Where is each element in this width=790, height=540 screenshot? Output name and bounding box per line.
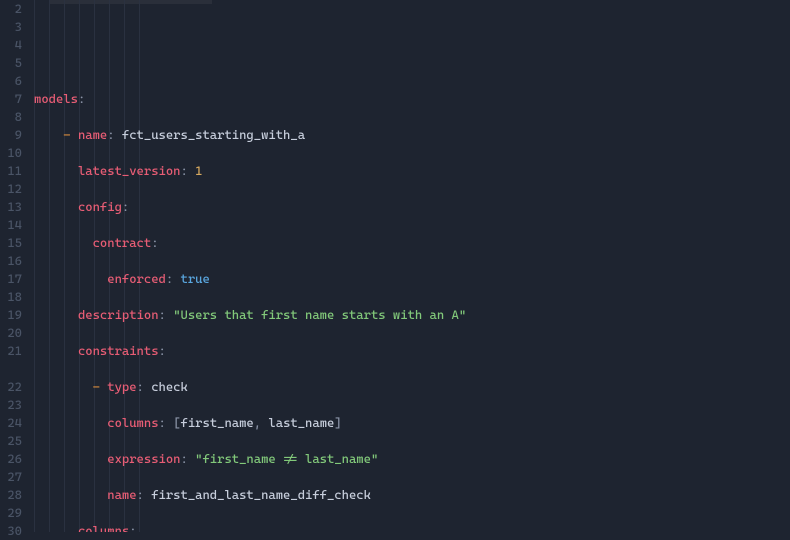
yaml-key: columns: [107, 415, 158, 430]
line-number: 12: [0, 180, 22, 198]
line-number: 20: [0, 324, 22, 342]
line-number: 14: [0, 216, 22, 234]
code-line[interactable]: - name: fct_users_starting_with_a: [34, 126, 790, 144]
yaml-key: type: [107, 379, 136, 394]
yaml-key: latest_version: [78, 163, 181, 178]
code-line[interactable]: models:: [34, 90, 790, 108]
yaml-value: 1: [195, 163, 202, 178]
code-line[interactable]: [34, 54, 790, 72]
line-number: 13: [0, 198, 22, 216]
yaml-value: first_and_last_name_diff_check: [151, 487, 371, 502]
line-number: 21: [0, 342, 22, 360]
yaml-key: name: [78, 127, 107, 142]
line-number: 15: [0, 234, 22, 252]
line-number: 28: [0, 486, 22, 504]
line-number: 9: [0, 126, 22, 144]
line-number: 30: [0, 522, 22, 540]
line-number: 25: [0, 432, 22, 450]
code-line[interactable]: config:: [34, 198, 790, 216]
yaml-key: models: [34, 91, 78, 106]
yaml-value: true: [181, 271, 210, 286]
yaml-key: contract: [93, 235, 152, 250]
yaml-value: "Users that first name starts with an A": [173, 307, 466, 322]
line-number: 24: [0, 414, 22, 432]
code-line[interactable]: enforced: true: [34, 270, 790, 288]
yaml-key: constraints: [78, 343, 159, 358]
code-line[interactable]: latest_version: 1: [34, 162, 790, 180]
line-number: 3: [0, 18, 22, 36]
line-number: 26: [0, 450, 22, 468]
yaml-key: description: [78, 307, 159, 322]
code-line[interactable]: description: "Users that first name star…: [34, 306, 790, 324]
yaml-key: name: [107, 487, 136, 502]
line-number-gutter: 2 3 4 5 6 7 8 9 10 11 12 13 14 15 16 17 …: [0, 0, 34, 532]
line-number: 22: [0, 378, 22, 396]
yaml-key: config: [78, 199, 122, 214]
line-number: [0, 360, 22, 378]
code-line[interactable]: contract:: [34, 234, 790, 252]
yaml-value: fct_users_starting_with_a: [122, 127, 305, 142]
line-number: 18: [0, 288, 22, 306]
line-number: 8: [0, 108, 22, 126]
line-number: 2: [0, 0, 22, 18]
code-line[interactable]: columns:: [34, 522, 790, 532]
code-line[interactable]: name: first_and_last_name_diff_check: [34, 486, 790, 504]
code-line[interactable]: expression: "first_name != last_name": [34, 450, 790, 468]
yaml-key: expression: [107, 451, 180, 466]
line-number: 4: [0, 36, 22, 54]
line-number: 23: [0, 396, 22, 414]
line-number: 5: [0, 54, 22, 72]
code-line[interactable]: columns: [first_name, last_name]: [34, 414, 790, 432]
line-number: 29: [0, 504, 22, 522]
yaml-key: enforced: [107, 271, 166, 286]
yaml-value: check: [151, 379, 188, 394]
code-line[interactable]: constraints:: [34, 342, 790, 360]
line-number: 16: [0, 252, 22, 270]
line-number: 17: [0, 270, 22, 288]
code-area[interactable]: models: - name: fct_users_starting_with_…: [34, 0, 790, 532]
yaml-value: "first_name != last_name": [195, 451, 378, 466]
line-number: 27: [0, 468, 22, 486]
yaml-key: columns: [78, 523, 129, 532]
code-editor[interactable]: 2 3 4 5 6 7 8 9 10 11 12 13 14 15 16 17 …: [0, 0, 790, 532]
line-number: 19: [0, 306, 22, 324]
code-line[interactable]: - type: check: [34, 378, 790, 396]
line-number: 7: [0, 90, 22, 108]
line-number: 6: [0, 72, 22, 90]
line-number: 10: [0, 144, 22, 162]
line-number: 11: [0, 162, 22, 180]
